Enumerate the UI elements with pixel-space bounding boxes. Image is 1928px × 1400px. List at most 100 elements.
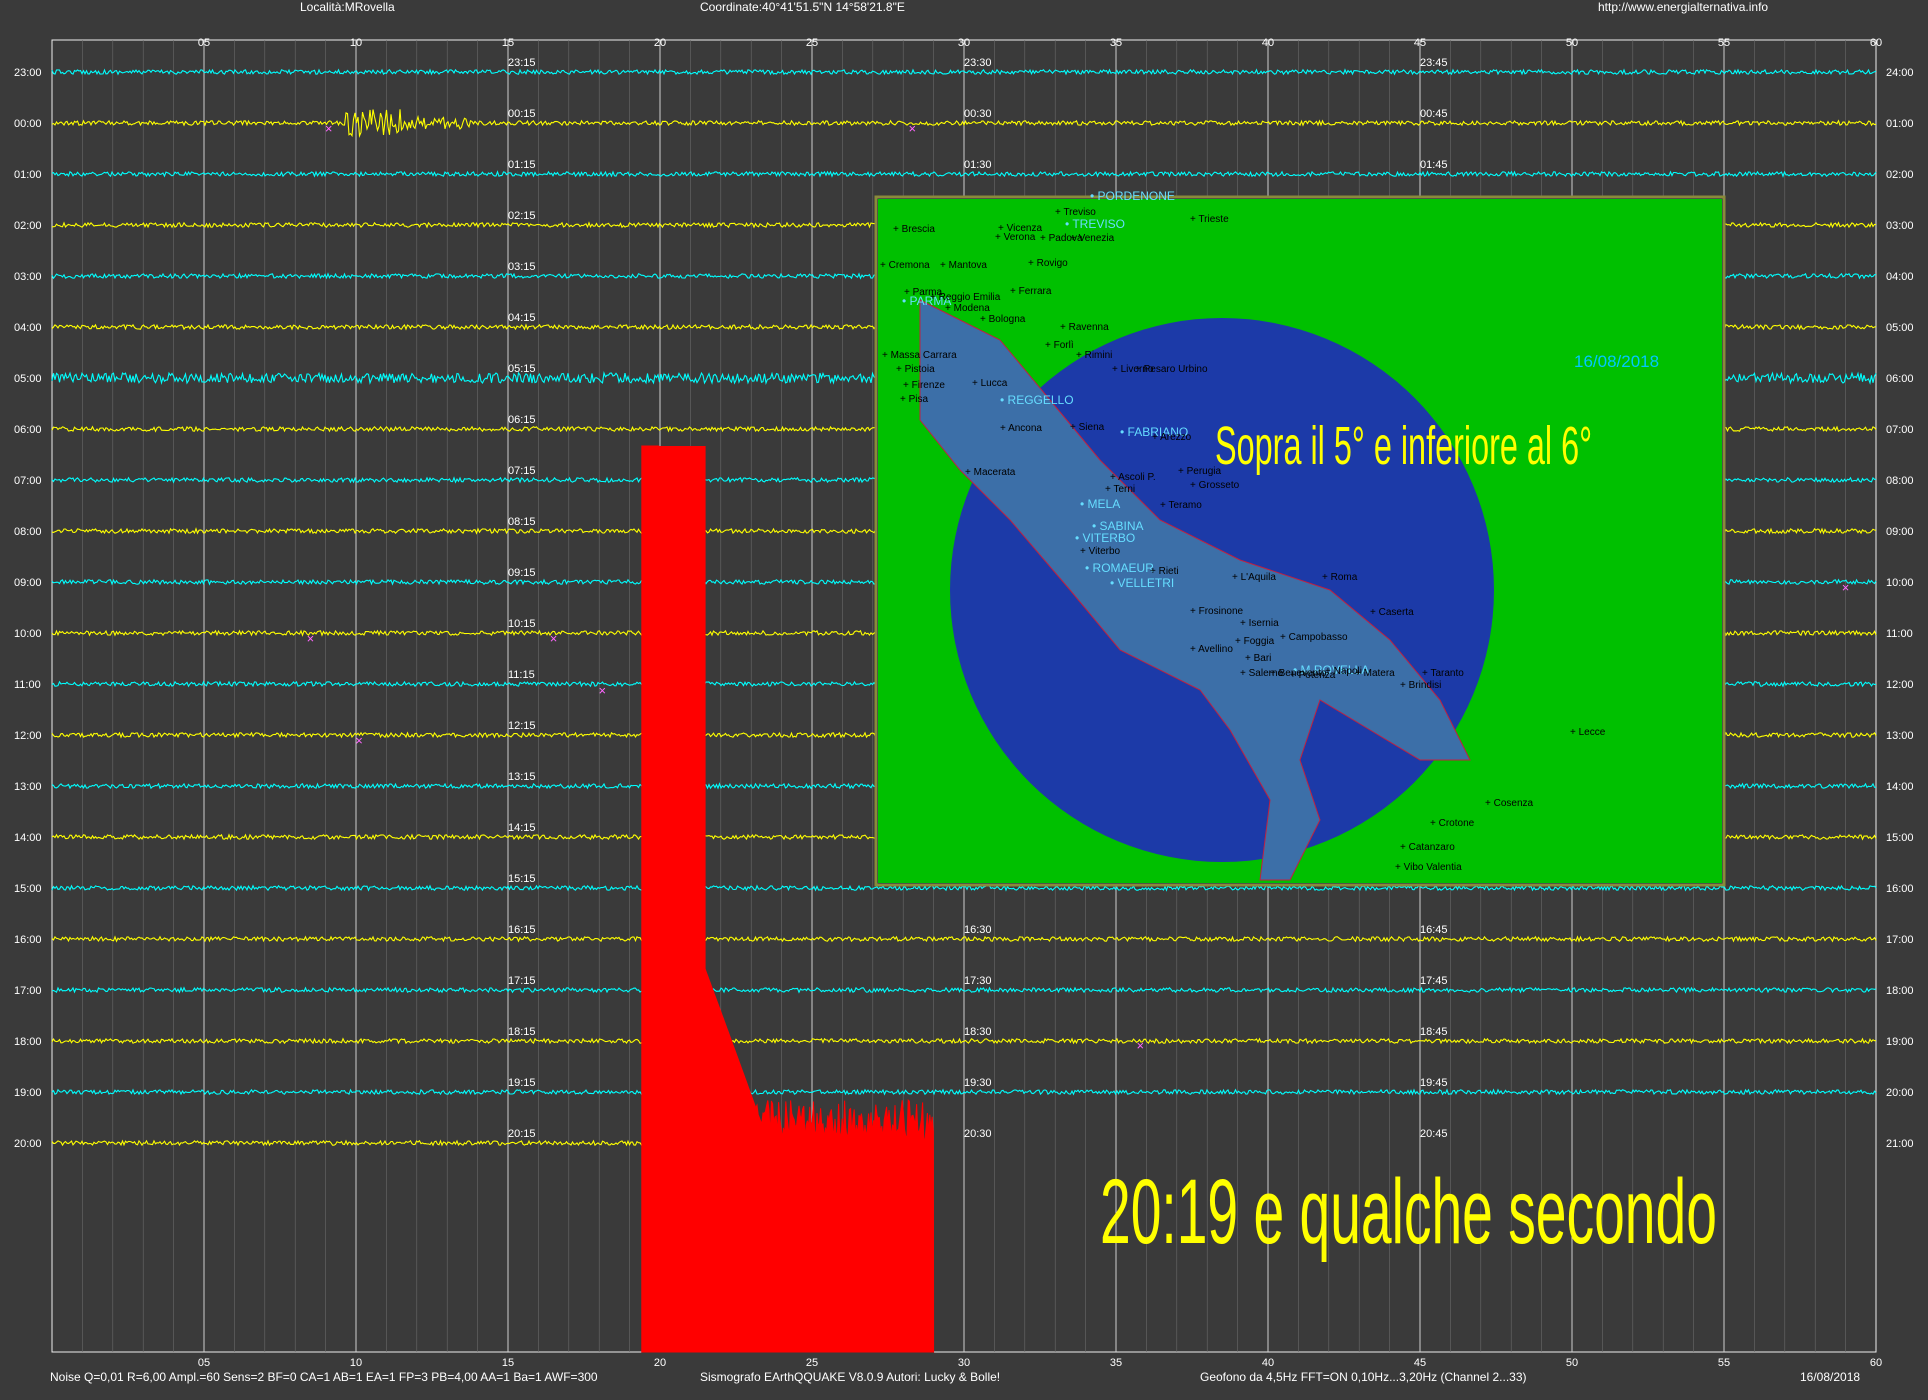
row-time-right: 15:00 [1886, 832, 1914, 844]
city-label: + Rimini [1076, 350, 1112, 361]
minute-tick-top: 30 [958, 37, 970, 49]
quarter-hour-mark: 17:45 [1420, 975, 1448, 987]
city-label: + Salerno [1240, 668, 1284, 679]
city-label: + Isernia [1240, 618, 1279, 629]
minute-tick-bottom: 45 [1414, 1357, 1426, 1369]
city-label: + Pesaro Urbino [1135, 364, 1208, 375]
quarter-hour-mark: 17:30 [964, 975, 992, 987]
row-time-right: 02:00 [1886, 169, 1914, 181]
detection-marker: × [1842, 580, 1850, 595]
row-time-right: 10:00 [1886, 577, 1914, 589]
minute-tick-bottom: 55 [1718, 1357, 1730, 1369]
row-time-left: 00:00 [14, 118, 42, 130]
city-label: + Taranto [1422, 668, 1464, 679]
quarter-hour-mark: 19:30 [964, 1077, 992, 1089]
geophone-info: Geofono da 4,5Hz FFT=ON 0,10Hz...3,20Hz … [1200, 1370, 1527, 1384]
quarter-hour-mark: 06:15 [508, 414, 536, 426]
city-label: + Avellino [1190, 644, 1233, 655]
city-label: + Mantova [940, 260, 987, 271]
row-time-left: 13:00 [14, 781, 42, 793]
city-label: + Caserta [1370, 607, 1414, 618]
magnitude-caption: Sopra il 5° e inferiore al 6° [1215, 416, 1593, 476]
row-time-right: 06:00 [1886, 373, 1914, 385]
row-time-left: 04:00 [14, 322, 42, 334]
quarter-hour-mark: 23:30 [964, 57, 992, 69]
quarter-hour-mark: 20:15 [508, 1128, 536, 1140]
city-label: + Trieste [1190, 214, 1229, 225]
city-label: + Teramo [1160, 500, 1202, 511]
seismic-station-label: • TREVISO [1065, 217, 1125, 231]
row-time-right: 20:00 [1886, 1087, 1914, 1099]
quarter-hour-mark: 07:15 [508, 465, 536, 477]
city-label: + Terni [1105, 484, 1135, 495]
row-time-left: 10:00 [14, 628, 42, 640]
quarter-hour-mark: 16:15 [508, 924, 536, 936]
row-time-left: 11:00 [14, 679, 41, 691]
quarter-hour-mark: 17:15 [508, 975, 536, 987]
row-time-right: 14:00 [1886, 781, 1914, 793]
row-time-right: 09:00 [1886, 526, 1914, 538]
quarter-hour-mark: 02:15 [508, 210, 536, 222]
website-link[interactable]: http://www.energialternativa.info [1598, 0, 1768, 14]
coordinates-label: Coordinate:40°41'51.5"N 14°58'21.8"E [700, 0, 905, 14]
city-label: + Cosenza [1485, 798, 1534, 809]
row-time-right: 16:00 [1886, 883, 1914, 895]
row-time-left: 02:00 [14, 220, 42, 232]
event-time-annotation: 20:19 e qualche secondo [1100, 1161, 1717, 1263]
seismic-station-label: • PORDENONE [1090, 189, 1175, 203]
quarter-hour-mark: 16:30 [964, 924, 992, 936]
location-label: Località:MRovella [300, 0, 395, 14]
quarter-hour-mark: 23:15 [508, 57, 536, 69]
quarter-hour-mark: 00:15 [508, 108, 536, 120]
city-label: + Bologna [980, 314, 1026, 325]
city-label: + L'Aquila [1232, 572, 1276, 583]
quarter-hour-mark: 18:45 [1420, 1026, 1448, 1038]
city-label: + Grosseto [1190, 480, 1240, 491]
minute-tick-top: 25 [806, 37, 818, 49]
city-label: + Frosinone [1190, 606, 1244, 617]
minute-tick-top: 45 [1414, 37, 1426, 49]
minute-tick-bottom: 40 [1262, 1357, 1274, 1369]
city-label: + Firenze [903, 380, 945, 391]
minute-tick-bottom: 35 [1110, 1357, 1122, 1369]
seismic-station-label: • VITERBO [1075, 531, 1135, 545]
city-label: + Brescia [893, 224, 935, 235]
minute-tick-top: 10 [350, 37, 362, 49]
map-date: 16/08/2018 [1574, 352, 1660, 371]
quarter-hour-mark: 12:15 [508, 720, 536, 732]
row-time-right: 08:00 [1886, 475, 1914, 487]
row-time-right: 13:00 [1886, 730, 1914, 742]
row-time-right: 24:00 [1886, 67, 1914, 79]
city-label: + Pisa [900, 394, 929, 405]
row-time-left: 01:00 [14, 169, 42, 181]
quarter-hour-mark: 10:15 [508, 618, 536, 630]
row-time-right: 07:00 [1886, 424, 1914, 436]
city-label: + Massa Carrara [882, 350, 957, 361]
city-label: + Potenza [1290, 670, 1336, 681]
city-label: + Treviso [1055, 207, 1096, 218]
city-label: + Ferrara [1010, 286, 1052, 297]
minute-tick-bottom: 10 [350, 1357, 362, 1369]
minute-tick-bottom: 05 [198, 1357, 210, 1369]
city-label: + Foggia [1235, 636, 1275, 647]
city-label: + Forlì [1045, 340, 1074, 351]
city-label: + Roma [1322, 572, 1358, 583]
minute-tick-bottom: 30 [958, 1357, 970, 1369]
quarter-hour-mark: 00:45 [1420, 108, 1448, 120]
row-time-right: 21:00 [1886, 1138, 1914, 1150]
quarter-hour-mark: 16:45 [1420, 924, 1448, 936]
city-label: + Lecce [1570, 727, 1606, 738]
minute-tick-top: 20 [654, 37, 666, 49]
city-label: + Macerata [965, 467, 1016, 478]
city-label: + Vibo Valentia [1395, 862, 1462, 873]
quarter-hour-mark: 04:15 [508, 312, 536, 324]
seismograph-window: 05 05 10 10 15 15 20 20 25 25 30 30 35 35 40 40 45 45 50 50… [0, 0, 1928, 1400]
footer-date: 16/08/2018 [1800, 1370, 1861, 1384]
row-time-left: 06:00 [14, 424, 42, 436]
city-label: + Reggio Emilia [930, 292, 1001, 303]
detection-marker: × [909, 121, 917, 136]
city-label: + Modena [945, 303, 990, 314]
row-time-left: 12:00 [14, 730, 42, 742]
city-label: + Campobasso [1280, 632, 1348, 643]
row-time-left: 03:00 [14, 271, 42, 283]
